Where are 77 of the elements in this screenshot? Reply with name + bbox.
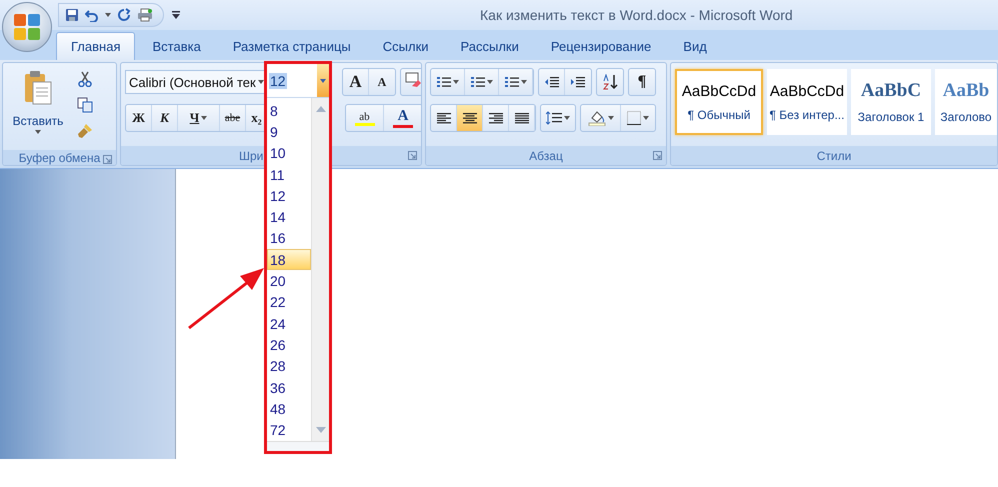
style-tile[interactable]: AaBb Заголово	[935, 69, 997, 135]
multilevel-list-icon	[504, 76, 518, 88]
style-tile[interactable]: AaBbCcDd ¶ Обычный	[675, 69, 763, 135]
size-option[interactable]: 14	[267, 206, 311, 228]
size-option[interactable]: 18	[267, 249, 311, 270]
paste-button[interactable]: Вставить	[7, 68, 69, 150]
size-option[interactable]: 48	[267, 398, 311, 420]
caret-icon	[105, 13, 111, 17]
align-justify-icon	[514, 112, 528, 124]
group-label: Буфер обмена	[18, 150, 100, 164]
ribbon-tab[interactable]: Разметка страницы	[218, 32, 366, 60]
caret-icon	[608, 116, 614, 120]
ribbon-tab[interactable]: Вид	[668, 32, 722, 60]
size-option[interactable]: 8	[267, 100, 311, 122]
ribbon-tab[interactable]: Ссылки	[368, 32, 444, 60]
dialog-launcher-icon[interactable]	[653, 151, 662, 160]
dialog-launcher-icon[interactable]	[103, 155, 112, 164]
size-option[interactable]: 11	[267, 164, 311, 186]
ribbon-tab[interactable]: Вставка	[137, 32, 216, 60]
size-option[interactable]: 28	[267, 356, 311, 377]
redo-icon[interactable]	[117, 8, 131, 22]
grow-font-button[interactable]: A	[343, 69, 369, 95]
size-option[interactable]: 9	[267, 121, 311, 143]
numbered-list-icon	[470, 76, 484, 88]
italic-button[interactable]: К	[152, 105, 178, 131]
caret-icon	[564, 116, 570, 120]
group-label: Стили	[816, 148, 852, 162]
align-right-icon	[488, 112, 502, 124]
font-color-button[interactable]: A	[384, 105, 421, 131]
clipboard-icon	[23, 70, 53, 106]
caret-icon	[35, 130, 41, 134]
ribbon-tab[interactable]: Рассылки	[446, 32, 534, 60]
ribbon-tab[interactable]: Главная	[56, 32, 136, 60]
align-left-icon	[436, 112, 450, 124]
ribbon-tab[interactable]: Рецензирование	[536, 32, 666, 60]
caret-icon	[258, 80, 264, 84]
resize-grip[interactable]	[267, 441, 329, 451]
size-option[interactable]: 36	[267, 376, 311, 398]
show-marks-button[interactable]: ¶	[629, 69, 655, 95]
window-title: Как изменить текст в Word.docx - Microsoft Word	[480, 7, 793, 23]
line-spacing-icon	[546, 111, 562, 125]
style-tile[interactable]: AaBbC Заголовок 1	[851, 69, 931, 135]
caret-icon	[320, 78, 326, 82]
size-option[interactable]: 16	[267, 228, 311, 250]
save-icon[interactable]	[65, 8, 79, 22]
caret-icon	[201, 116, 208, 120]
group-label: Абзац	[529, 148, 563, 162]
office-logo-icon	[13, 13, 41, 41]
border-icon	[627, 111, 641, 125]
paint-bucket-icon	[588, 110, 606, 126]
caret-icon	[452, 80, 458, 84]
group-label: Шри	[239, 148, 264, 162]
bold-button[interactable]: Ж	[126, 105, 152, 131]
size-option[interactable]: 22	[267, 292, 311, 313]
shrink-font-button[interactable]: A	[369, 69, 395, 95]
size-option[interactable]: 12	[267, 185, 311, 206]
style-tile[interactable]: AaBbCcDd ¶ Без интер...	[767, 69, 847, 135]
strike-button[interactable]: abe	[220, 105, 246, 131]
dialog-launcher-icon[interactable]	[408, 151, 417, 160]
caret-icon	[520, 80, 526, 84]
underline-button[interactable]: Ч	[178, 105, 220, 131]
size-option[interactable]: 20	[267, 270, 311, 292]
caret-icon	[486, 80, 492, 84]
size-option[interactable]: 72	[267, 419, 311, 441]
align-button[interactable]	[457, 105, 483, 131]
customize-caret-icon[interactable]	[172, 11, 180, 19]
caret-icon	[643, 116, 649, 120]
undo-icon[interactable]	[85, 8, 99, 22]
size-option[interactable]: 24	[267, 312, 311, 334]
align-center-icon	[462, 112, 476, 124]
size-option[interactable]: 26	[267, 334, 311, 356]
highlight-button[interactable]: ab	[346, 105, 384, 131]
dropdown-button[interactable]	[317, 64, 329, 97]
font-size-value[interactable]: 12	[269, 72, 287, 88]
size-option[interactable]: 10	[267, 142, 311, 164]
print-icon[interactable]	[137, 8, 153, 22]
bullet-list-icon	[436, 76, 450, 88]
